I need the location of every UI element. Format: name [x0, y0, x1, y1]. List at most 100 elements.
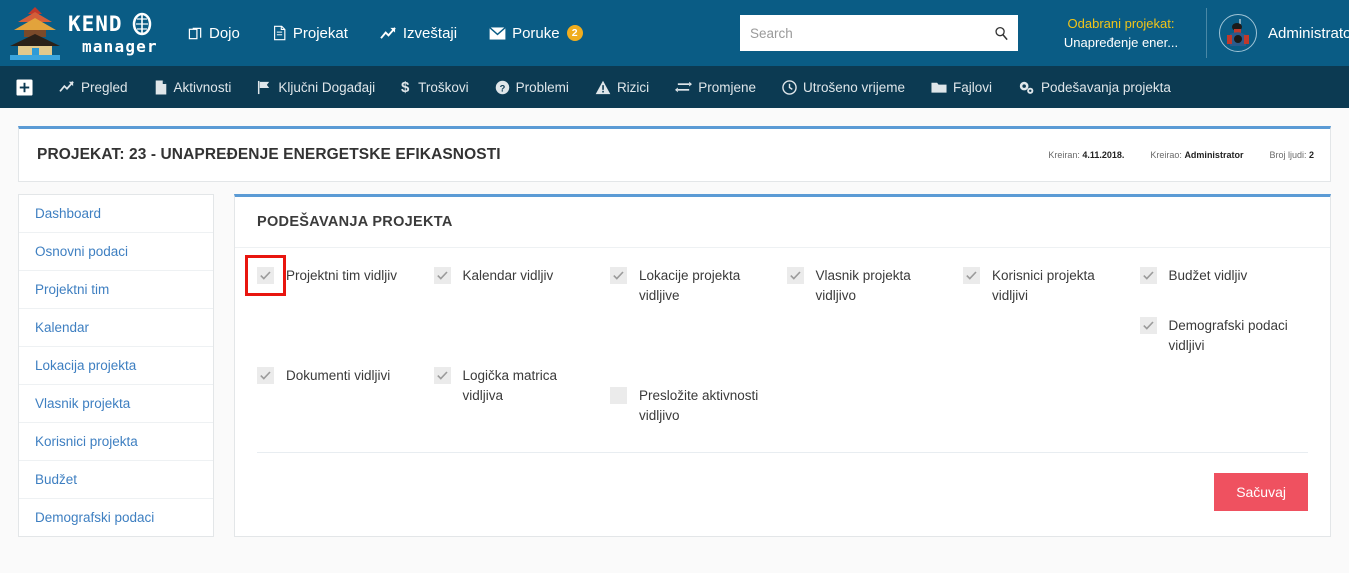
subnav-home-button[interactable] — [16, 78, 33, 96]
folder-icon — [931, 80, 947, 94]
settings-checkbox-grid: Projektni tim vidljiv Dokumenti vidljivi — [245, 255, 1309, 426]
check-icon — [260, 271, 271, 280]
brand-logo[interactable]: KEND manager — [0, 3, 160, 63]
checkbox-korisnici-projekta-vidljivi[interactable]: Korisnici projekta vidljivi — [963, 266, 1132, 306]
checkbox-box[interactable] — [1139, 317, 1157, 334]
grid-plus-icon — [16, 78, 33, 96]
checkbox-column: Lokacije projekta vidljive Presložite ak… — [610, 266, 779, 426]
sidebar-item-projektni-tim[interactable]: Projektni tim — [19, 271, 213, 309]
subnav-item-pregled-label: Pregled — [81, 79, 128, 95]
exchange-arrows-icon — [675, 80, 693, 94]
checkbox-box[interactable] — [433, 267, 451, 284]
checkbox-label: Presložite aktivnosti vidljivo — [639, 388, 759, 423]
search-icon — [994, 26, 1008, 40]
checkbox-label: Lokacije projekta vidljive — [639, 268, 741, 303]
sidebar-item-kalendar[interactable]: Kalendar — [19, 309, 213, 347]
meta-creator: Kreirao: Administrator — [1150, 150, 1243, 160]
checkbox-kalendar-vidljiv[interactable]: Kalendar vidljiv — [433, 266, 603, 286]
subnav-item-utroseno-vrijeme-label: Utrošeno vrijeme — [802, 79, 906, 95]
subnav-item-promjene-label: Promjene — [698, 79, 756, 95]
selected-project-label: Odabrani projekat: — [1067, 16, 1175, 31]
checkbox-box[interactable] — [610, 387, 627, 404]
save-button[interactable]: Sačuvaj — [1214, 473, 1308, 511]
top-header-bar: KEND manager Dojo Projekat Izveštaji Por… — [0, 0, 1349, 66]
checkbox-box[interactable] — [610, 267, 627, 284]
kendo-warrior-avatar-icon — [1222, 17, 1254, 49]
checkbox-label: Demografski podaci vidljivi — [1168, 318, 1288, 353]
nav-item-poruke[interactable]: Poruke 2 — [489, 25, 583, 42]
search-box[interactable] — [740, 15, 1018, 51]
checkbox-box[interactable] — [786, 267, 804, 284]
check-icon — [613, 271, 624, 280]
nav-item-izvestaji[interactable]: Izveštaji — [380, 25, 457, 42]
checkbox-vlasnik-projekta-vidljivo[interactable]: Vlasnik projekta vidljivo — [786, 266, 956, 306]
nav-item-poruke-label: Poruke — [512, 24, 560, 42]
check-icon — [436, 271, 448, 280]
check-icon — [436, 371, 448, 380]
checkbox-preslozite-aktivnosti-vidljivo[interactable]: Presložite aktivnosti vidljivo — [610, 386, 779, 426]
checkbox-column: Kalendar vidljiv Logička matrica vidljiv… — [433, 266, 603, 426]
sidebar-item-korisnici-projekta[interactable]: Korisnici projekta — [19, 423, 213, 461]
meta-creator-label: Kreirao: — [1150, 150, 1182, 160]
subnav-item-utroseno-vrijeme[interactable]: Utrošeno vrijeme — [782, 80, 905, 95]
search-button[interactable] — [984, 15, 1018, 51]
checkbox-box[interactable] — [963, 267, 980, 284]
checkbox-budzet-vidljiv[interactable]: Budžet vidljiv — [1139, 266, 1309, 286]
user-name-label: Administrator — [1268, 24, 1349, 42]
checkbox-label: Budžet vidljiv — [1168, 268, 1248, 283]
subnav-item-kljucni-dogadjaji[interactable]: Ključni Događaji — [257, 80, 375, 95]
subnav-item-fajlovi[interactable]: Fajlovi — [931, 80, 992, 95]
subnav-item-problemi[interactable]: ? Problemi — [495, 80, 569, 95]
subnav-item-aktivnosti[interactable]: Aktivnosti — [154, 80, 231, 95]
content-columns: Dashboard Osnovni podaci Projektni tim K… — [18, 194, 1331, 537]
checkbox-lokacije-projekta-vidljive[interactable]: Lokacije projekta vidljive — [610, 266, 779, 306]
svg-text:manager: manager — [82, 37, 158, 56]
nav-item-dojo[interactable]: Dojo — [188, 25, 240, 42]
checkbox-box[interactable] — [257, 367, 274, 384]
checkbox-box[interactable] — [257, 267, 274, 284]
subnav-item-promjene[interactable]: Promjene — [675, 80, 756, 95]
subnav-item-fajlovi-label: Fajlovi — [953, 79, 993, 95]
project-meta: Kreiran: 4.11.2018. Kreirao: Administrat… — [1048, 150, 1314, 160]
search-input[interactable] — [740, 15, 984, 51]
subnav-item-troskovi-label: Troškovi — [418, 79, 469, 95]
checkbox-projektni-tim-vidljiv[interactable]: Projektni tim vidljiv — [245, 255, 426, 296]
dollar-icon: $ — [401, 79, 412, 95]
copy-icon — [188, 26, 203, 41]
checkbox-box[interactable] — [1139, 267, 1157, 284]
sidebar-item-dashboard[interactable]: Dashboard — [19, 195, 213, 233]
subnav-item-rizici-label: Rizici — [616, 79, 650, 95]
page-title: PROJEKAT: 23 - UNAPREĐENJE ENERGETSKE EF… — [37, 146, 501, 163]
pagoda-logo-icon — [4, 4, 66, 62]
sidebar-item-vlasnik-projekta[interactable]: Vlasnik projekta — [19, 385, 213, 423]
sidebar-item-lokacija-projekta[interactable]: Lokacija projekta — [19, 347, 213, 385]
checkbox-column: Vlasnik projekta vidljivo — [786, 266, 956, 426]
subnav-item-podesavanja-projekta[interactable]: Podešavanja projekta — [1018, 80, 1171, 95]
nav-item-projekat[interactable]: Projekat — [272, 25, 348, 42]
selected-project[interactable]: Odabrani projekat: Unapređenje ener... — [1038, 14, 1204, 52]
document-icon — [272, 25, 287, 41]
checkbox-label: Vlasnik projekta vidljivo — [815, 268, 911, 303]
checkbox-demografski-podaci-vidljivi[interactable]: Demografski podaci vidljivi — [1139, 316, 1309, 356]
meta-created-date-value: 4.11.2018. — [1082, 150, 1125, 160]
checkbox-logicka-matrica-vidljiva[interactable]: Logička matrica vidljiva — [433, 366, 603, 406]
selected-project-value: Unapređenje ener... — [1063, 35, 1179, 50]
chart-line-icon — [380, 26, 397, 41]
checkbox-box[interactable] — [433, 367, 451, 384]
checkbox-dokumenti-vidljivi[interactable]: Dokumenti vidljivi — [257, 366, 426, 386]
subnav-item-troskovi[interactable]: $ Troškovi — [401, 79, 469, 95]
sidebar-item-demografski-podaci[interactable]: Demografski podaci — [19, 499, 213, 536]
flag-icon — [257, 80, 272, 95]
checkbox-label: Korisnici projekta vidljivi — [992, 268, 1095, 303]
sidebar-item-budzet[interactable]: Budžet — [19, 461, 213, 499]
page-content: PROJEKAT: 23 - UNAPREĐENJE ENERGETSKE EF… — [0, 108, 1349, 573]
meta-creator-value: Administrator — [1184, 150, 1244, 160]
subnav-item-rizici[interactable]: Rizici — [595, 80, 649, 95]
user-menu[interactable]: Administrator — [1206, 8, 1349, 58]
check-icon — [789, 271, 801, 280]
subnav-item-pregled[interactable]: Pregled — [59, 80, 128, 95]
chart-line-icon — [59, 80, 75, 94]
svg-text:$: $ — [401, 79, 410, 95]
sidebar-item-osnovni-podaci[interactable]: Osnovni podaci — [19, 233, 213, 271]
svg-text:?: ? — [499, 83, 505, 93]
